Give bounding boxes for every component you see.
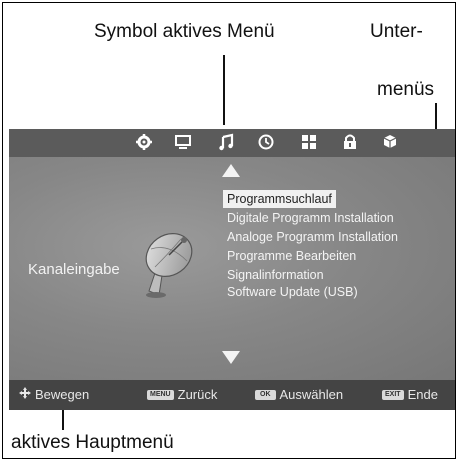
help-end: EXIT Ende [382,387,438,402]
help-back-label: Zurück [177,387,218,402]
help-select-label: Auswählen [279,387,344,402]
callout-submenus-line1: Unter- [370,21,423,42]
ok-key-icon: OK [255,389,276,400]
tv-menu-screen: Kanaleingabe Programmsuchlauf Digitale P… [9,129,455,410]
callout-active-main-menu: aktives Hauptmenü [11,432,174,453]
help-move-label: Bewegen [35,387,90,402]
satellite-dish-icon [129,223,199,303]
submenu-item-analoge-installation[interactable]: Analoge Programm Installation [223,228,402,246]
music-note-icon[interactable] [216,132,236,152]
grid-icon[interactable] [299,132,319,152]
exit-key-icon: EXIT [382,389,404,400]
submenu-item-signalinformation[interactable]: Signalinformation [223,266,328,284]
scroll-up-arrow-icon[interactable] [222,164,240,177]
top-menu-bar [9,129,455,157]
menu-content-area: Kanaleingabe Programmsuchlauf Digitale P… [9,157,455,380]
help-end-label: Ende [407,387,438,402]
submenu-item-programme-bearbeiten[interactable]: Programme Bearbeiten [223,247,360,265]
menu-key-icon: MENU [147,389,174,400]
active-main-menu-label: Kanaleingabe [28,261,120,278]
help-select: OK Auswählen [255,387,343,402]
four-way-arrow-icon [19,387,31,402]
monitor-icon[interactable] [173,132,193,152]
callout-active-menu-symbol: Symbol aktives Menü [94,21,275,42]
submenu-item-digitale-installation[interactable]: Digitale Programm Installation [223,209,398,227]
leader-line-menu-symbol [223,55,225,125]
lock-icon[interactable] [340,132,360,152]
callout-submenus-line2: menüs [377,79,435,100]
submenu-item-software-update[interactable]: Software Update (USB) [223,283,362,301]
submenu-item-programmsuchlauf[interactable]: Programmsuchlauf [223,190,336,208]
help-back: MENU Zurück [147,387,217,402]
bottom-help-bar: Bewegen MENU Zurück OK Auswählen EXIT En… [9,380,455,410]
cube-icon[interactable] [380,132,400,152]
clock-icon[interactable] [256,132,276,152]
scroll-down-arrow-icon[interactable] [222,351,240,364]
gear-icon[interactable] [134,132,154,152]
help-move: Bewegen [19,387,89,402]
